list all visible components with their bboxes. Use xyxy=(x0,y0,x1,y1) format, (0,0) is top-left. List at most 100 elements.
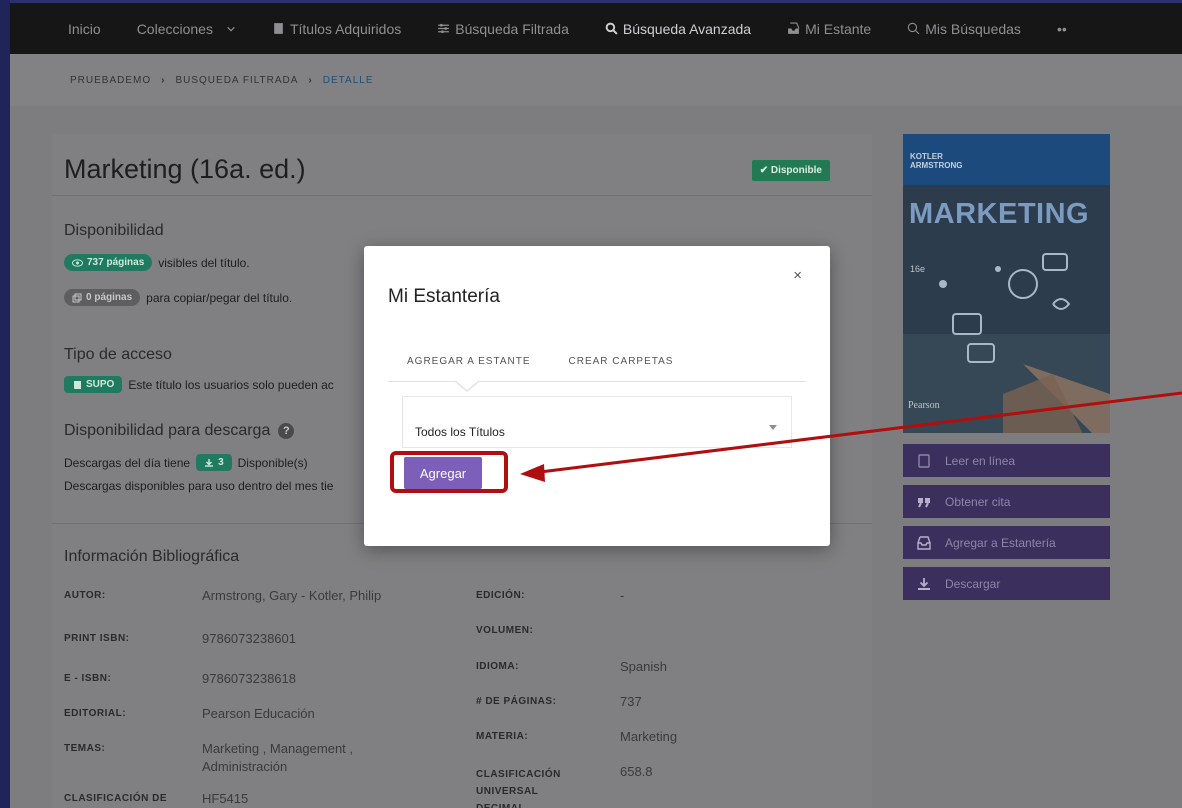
action-label: Obtener cita xyxy=(945,494,1011,509)
biblio-label: PRINT ISBN: xyxy=(64,633,130,644)
title-row: Marketing (16a. ed.) ✔ Disponible xyxy=(52,134,872,196)
nav-more[interactable]: •• xyxy=(1057,21,1067,37)
cover-art-illustration xyxy=(903,253,1110,433)
help-icon[interactable]: ? xyxy=(278,423,295,439)
nav-mi-estante[interactable]: Mi Estante xyxy=(787,21,871,37)
cover-publisher: Pearson xyxy=(908,400,940,411)
download-button[interactable]: Descargar xyxy=(903,567,1110,600)
add-to-shelf-button[interactable]: Agregar a Estantería xyxy=(903,526,1110,559)
badge-text: 3 xyxy=(218,457,224,468)
nav-label: Títulos Adquiridos xyxy=(289,20,402,37)
action-panel: Leer en línea Obtener cita Agregar a Est… xyxy=(903,444,1110,608)
download-heading: Disponibilidad para descarga xyxy=(64,422,271,439)
pages-visible-badge: 737 páginas xyxy=(64,254,153,271)
action-label: Descargar xyxy=(945,576,1001,591)
page-title: Marketing (16a. ed.) xyxy=(64,154,306,184)
daily-downloads-prefix: Descargas del día tiene xyxy=(64,455,191,470)
inbox-icon xyxy=(917,535,931,550)
pages-copy-line: 0 páginas para copiar/pegar del título. xyxy=(64,289,292,306)
status-label: Disponible xyxy=(770,165,822,176)
sliders-icon xyxy=(438,23,450,34)
biblio-value: 9786073238618 xyxy=(202,671,296,686)
pages-copy-badge: 0 páginas xyxy=(64,289,141,306)
badge-text: 0 páginas xyxy=(86,292,133,303)
breadcrumb: PRUEBADEMO › BUSQUEDA FILTRADA › DETALLE xyxy=(10,54,1182,106)
biblio-label: AUTOR: xyxy=(64,590,106,601)
shelf-modal: × Mi Estantería AGREGAR A ESTANTE CREAR … xyxy=(364,246,830,546)
pages-copy-text: para copiar/pegar del título. xyxy=(146,290,293,305)
nav-titulos-adquiridos[interactable]: Títulos Adquiridos xyxy=(272,21,401,37)
annotation-highlight-box xyxy=(390,451,508,493)
biblio-label: CLASIFICACIÓN UNIVERSAL DECIMAL xyxy=(476,769,561,808)
book-cover: KOTLER ARMSTRONG MARKETING 16e Pearson xyxy=(903,134,1110,433)
biblio-label: E - ISBN: xyxy=(64,673,112,684)
badge-text: 737 páginas xyxy=(87,257,145,268)
modal-tabs: AGREGAR A ESTANTE CREAR CARPETAS xyxy=(388,349,806,382)
biblio-value: 658.8 xyxy=(620,764,653,779)
biblio-value: Spanish xyxy=(620,659,667,674)
biblio-value: Pearson Educación xyxy=(202,706,315,721)
quote-icon xyxy=(918,497,930,507)
search-icon xyxy=(605,22,618,35)
nav-inicio[interactable]: Inicio xyxy=(68,21,101,37)
badge-text: SUPO xyxy=(86,379,115,390)
book-icon xyxy=(274,23,283,34)
status-badge: ✔ Disponible xyxy=(751,160,830,181)
biblio-value: - xyxy=(620,588,625,603)
copy-icon xyxy=(72,293,82,302)
biblio-label: IDIOMA: xyxy=(476,661,519,672)
action-label: Agregar a Estantería xyxy=(945,535,1056,550)
book-icon xyxy=(74,380,81,389)
tab-add-to-shelf[interactable]: AGREGAR A ESTANTE xyxy=(407,349,531,381)
pages-visible-text: visibles del título. xyxy=(158,255,250,270)
daily-downloads-suffix: Disponible(s) xyxy=(237,455,308,470)
access-badge: SUPO xyxy=(64,376,123,393)
pages-visible-line: 737 páginas visibles del título. xyxy=(64,254,250,271)
breadcrumb-item-home[interactable]: PRUEBADEMO xyxy=(70,75,151,86)
tab-create-folders[interactable]: CREAR CARPETAS xyxy=(569,349,674,381)
search-icon xyxy=(907,22,920,35)
active-tab-indicator xyxy=(455,381,479,392)
breadcrumb-separator: › xyxy=(161,74,166,86)
daily-downloads-badge: 3 xyxy=(196,454,232,471)
breadcrumb-separator: › xyxy=(308,74,313,86)
download-icon xyxy=(918,577,930,590)
nav-label: •• xyxy=(1056,20,1067,37)
biblio-value: Marketing , Management , Administración xyxy=(202,741,354,774)
biblio-heading: Información Bibliográfica xyxy=(64,548,240,565)
access-text: Este título los usuarios solo pueden ac xyxy=(128,377,334,392)
inbox-icon xyxy=(788,22,800,34)
shelf-select[interactable]: Todos los Títulos xyxy=(402,396,792,448)
biblio-label: EDICIÓN: xyxy=(476,590,525,601)
nav-label: Inicio xyxy=(68,20,101,37)
tablet-icon xyxy=(918,453,930,468)
close-icon[interactable]: × xyxy=(793,267,802,284)
nav-label: Mis Búsquedas xyxy=(925,20,1021,37)
biblio-value: 737 xyxy=(620,694,642,709)
breadcrumb-item-search[interactable]: BUSQUEDA FILTRADA xyxy=(175,75,298,86)
nav-busqueda-avanzada[interactable]: Búsqueda Avanzada xyxy=(605,21,751,37)
availability-heading: Disponibilidad xyxy=(64,222,164,239)
access-heading: Tipo de acceso xyxy=(64,346,172,363)
get-citation-button[interactable]: Obtener cita xyxy=(903,485,1110,518)
download-heading-row: Disponibilidad para descarga ? xyxy=(64,422,295,440)
shelf-select-value: Todos los Títulos xyxy=(415,425,505,439)
biblio-label: VOLUMEN: xyxy=(476,625,534,636)
biblio-label: TEMAS: xyxy=(64,743,106,754)
action-label: Leer en línea xyxy=(945,453,1016,468)
biblio-label: # DE PÁGINAS: xyxy=(476,696,557,707)
nav-busqueda-filtrada[interactable]: Búsqueda Filtrada xyxy=(437,21,569,37)
breadcrumb-item-current: DETALLE xyxy=(322,74,374,86)
chevron-down-icon xyxy=(227,26,235,32)
modal-title: Mi Estantería xyxy=(388,286,500,307)
biblio-label: EDITORIAL: xyxy=(64,708,127,719)
nav-label: Mi Estante xyxy=(805,20,872,37)
app-window: Inicio Colecciones Títulos Adquiridos Bú… xyxy=(10,0,1182,808)
monthly-downloads-line: Descargas disponibles para uso dentro de… xyxy=(64,479,334,493)
chevron-down-icon xyxy=(769,425,777,430)
nav-label: Colecciones xyxy=(136,20,213,37)
read-online-button[interactable]: Leer en línea xyxy=(903,444,1110,477)
nav-colecciones[interactable]: Colecciones xyxy=(137,21,236,37)
biblio-label: CLASIFICACIÓN DE xyxy=(64,793,167,804)
nav-mis-busquedas[interactable]: Mis Búsquedas xyxy=(907,21,1021,37)
